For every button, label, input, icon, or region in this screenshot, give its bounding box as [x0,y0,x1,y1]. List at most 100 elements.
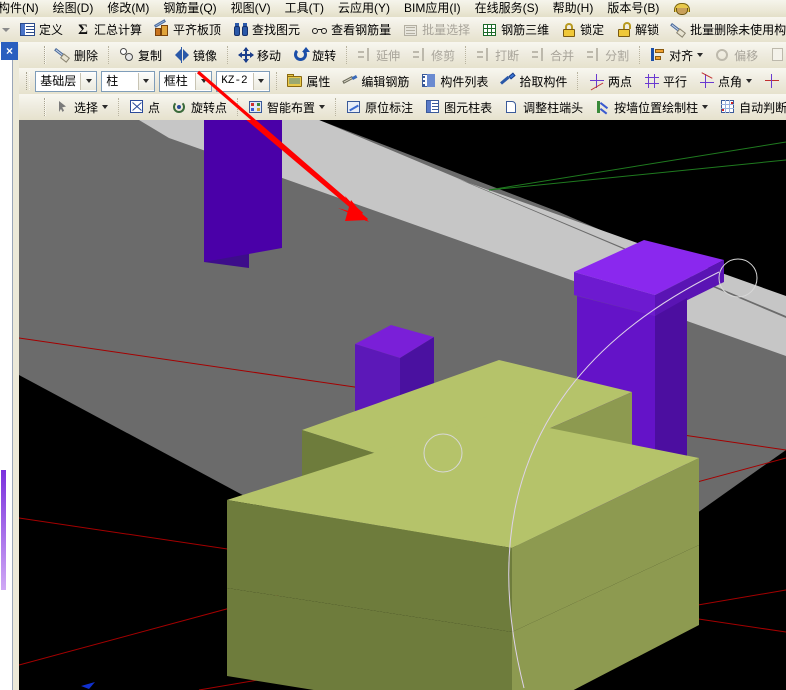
hard-hat-icon[interactable] [672,1,691,16]
separator [577,72,579,90]
close-panel-button[interactable]: × [1,42,18,60]
cross-axis-button[interactable] [759,70,785,93]
floor-select[interactable]: 基础层 [35,70,98,92]
unlock-icon [616,21,632,38]
summary-calc-button[interactable]: Σ 汇总计算 [70,18,147,41]
move-button[interactable]: 移动 [233,44,286,67]
broom-icon [54,47,71,63]
copy-button[interactable]: 复制 [114,44,167,67]
point-angle-button-label: 点角 [717,74,742,89]
toolbar-grip[interactable] [44,46,46,64]
menu-version[interactable]: 版本号(B) [600,1,666,16]
point-button-label: 点 [148,100,161,115]
select-button[interactable]: 选择 [50,96,113,119]
menu-view[interactable]: 视图(V) [224,1,278,16]
in-place-annotation-button[interactable]: 原位标注 [341,96,418,119]
adjust-head-icon [504,99,520,115]
menu-component[interactable]: 构件(N) [0,1,46,16]
adjust-column-head-button[interactable]: 调整柱端头 [499,96,588,119]
separator [108,46,110,64]
trim-button-label: 修剪 [431,48,456,63]
pick-component-button[interactable]: 拾取构件 [495,70,572,93]
separator [639,46,641,64]
chevron-down-icon[interactable] [80,72,97,90]
chevron-down-icon[interactable] [745,79,752,83]
trim-button[interactable]: 修剪 [407,44,460,67]
chevron-down-icon[interactable] [102,105,109,109]
lock-button[interactable]: 锁定 [556,18,609,41]
split-button[interactable]: 分割 [581,44,634,67]
menu-modify[interactable]: 修改(M) [100,1,156,16]
select-button-label: 选择 [74,100,99,115]
merge-button[interactable]: 合并 [526,44,579,67]
smart-layout-button[interactable]: 智能布置 [243,96,330,119]
properties-button[interactable]: 属性 [282,70,335,93]
menu-rebar-quantity[interactable]: 钢筋量(Q) [156,1,223,16]
application-window: 构件(N) 绘图(D) 修改(M) 钢筋量(Q) 视图(V) 工具(T) 云应用… [0,0,786,690]
menu-tools[interactable]: 工具(T) [278,1,331,16]
in-place-annotation-button-label: 原位标注 [365,100,414,115]
separator [237,98,239,116]
chevron-down-icon[interactable] [252,72,269,90]
element-name-select[interactable]: KZ-2 [216,70,270,92]
mirror-icon [174,47,190,63]
break-button[interactable]: 打断 [471,44,524,67]
subtype-select-value: 框柱 [163,73,188,88]
menu-help[interactable]: 帮助(H) [546,1,601,16]
menu-bim-app[interactable]: BIM应用(I) [397,1,468,16]
rotate-point-button[interactable]: 旋转点 [167,96,232,119]
stretch-button[interactable]: 拉伸 [765,44,786,67]
menu-cloud-app[interactable]: 云应用(Y) [331,1,397,16]
3d-viewport[interactable] [19,120,786,690]
two-point-button[interactable]: 两点 [584,70,637,93]
chevron-down-icon[interactable] [702,105,709,109]
element-column-table-button[interactable]: 图元柱表 [420,96,497,119]
left-panel[interactable] [0,120,13,690]
find-element-button[interactable]: 查找图元 [228,18,305,41]
edit-rebar-button[interactable]: 编辑钢筋 [337,70,414,93]
rebar-3d-button-label: 钢筋三维 [501,23,550,37]
chevron-down-icon[interactable] [319,105,326,109]
edit-rebar-button-label: 编辑钢筋 [361,74,410,89]
chevron-down-icon[interactable] [195,72,212,90]
menu-online-service[interactable]: 在线服务(S) [468,1,546,16]
delete-button[interactable]: 删除 [50,44,103,67]
toolbar-grip[interactable] [44,98,46,116]
unlock-button[interactable]: 解锁 [611,18,664,41]
mirror-button[interactable]: 镜像 [169,44,222,67]
rebar-3d-button[interactable]: 钢筋三维 [477,18,554,41]
category-select[interactable]: 柱 [101,70,155,92]
toolbar-draw: 选择 点 旋转点 智能布置 原位标注 图元柱表 调整柱端头 按墙位置绘制柱 自动… [0,94,786,121]
flush-slab-top-button[interactable]: 平齐板顶 [149,18,226,41]
unlock-button-label: 解锁 [635,23,660,37]
chevron-down-icon[interactable] [137,72,154,90]
chevron-down-icon[interactable] [697,53,704,57]
draw-column-by-wall-button[interactable]: 按墙位置绘制柱 [590,96,713,119]
toolbar-overflow-icon[interactable] [2,27,10,32]
merge-icon [531,47,547,63]
define-button[interactable]: 定义 [15,18,68,41]
separator [227,46,229,64]
auto-detect-corner-column-button[interactable]: 自动判断边角柱 [715,96,786,119]
menu-draw[interactable]: 绘图(D) [46,1,101,16]
stretch-icon [770,47,786,63]
auto-detect-icon [720,99,736,115]
panel-scrollbar-thumb[interactable] [1,470,6,590]
view-rebar-qty-button[interactable]: 查看钢筋量 [307,18,396,41]
component-list-button[interactable]: 构件列表 [416,70,493,93]
break-button-label: 打断 [495,48,520,63]
batch-delete-unused-button[interactable]: 批量删除未使用构件 [666,18,786,41]
point-angle-button[interactable]: 点角 [694,70,757,93]
rotate-button[interactable]: 旋转 [288,44,341,67]
batch-select-button[interactable]: 批量选择 [398,18,475,41]
point-button[interactable]: 点 [124,96,165,119]
align-button[interactable]: 对齐 [645,44,708,67]
lock-button-label: 锁定 [580,23,605,37]
subtype-select[interactable]: 框柱 [158,70,213,92]
toolbar-grip[interactable] [26,72,31,90]
offset-button[interactable]: 偏移 [710,44,763,67]
parallel-button[interactable]: 平行 [639,70,692,93]
extend-button[interactable]: 延伸 [352,44,405,67]
offset-button-label: 偏移 [734,48,759,63]
point-angle-icon [699,72,715,89]
